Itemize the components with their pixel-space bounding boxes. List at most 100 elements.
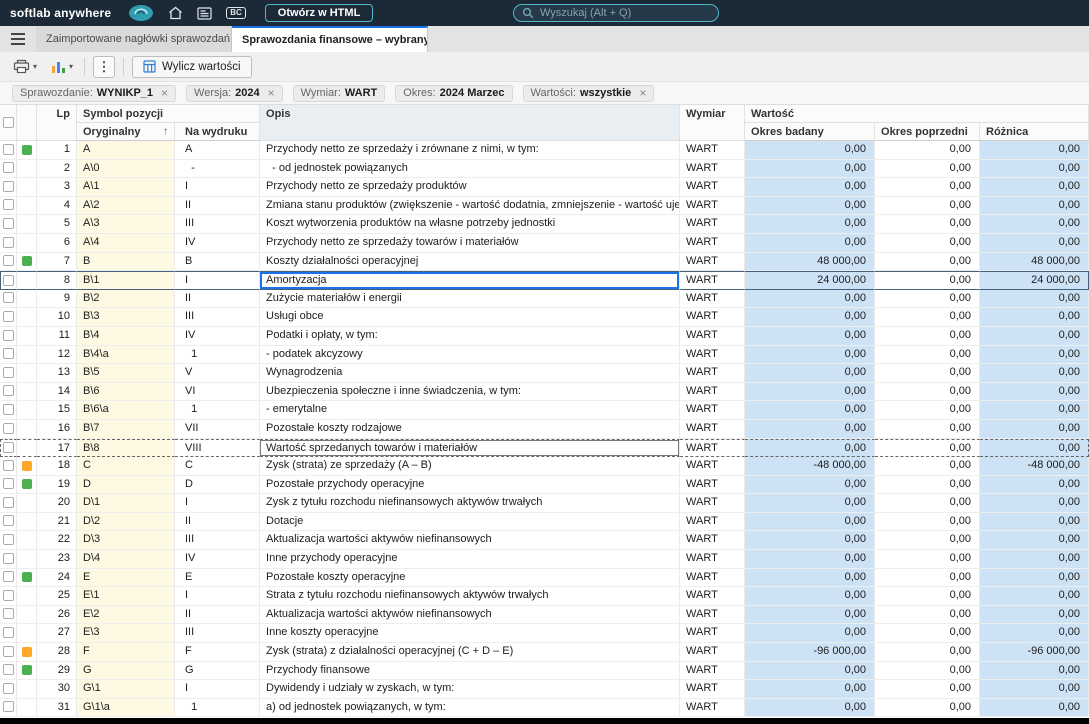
- chart-button[interactable]: ▾: [48, 58, 76, 76]
- row-symbol-cell[interactable]: E\1: [77, 587, 175, 606]
- row-symbol-cell[interactable]: A\2: [77, 196, 175, 216]
- row-dimension-cell[interactable]: WART: [680, 289, 746, 309]
- row-dimension-cell[interactable]: WART: [680, 457, 746, 476]
- row-symbol-cell[interactable]: D\4: [77, 550, 175, 569]
- row-printed-cell[interactable]: 1: [175, 345, 261, 365]
- row-description-cell[interactable]: Inne przychody operacyjne: [260, 550, 681, 569]
- row-checkbox[interactable]: [0, 141, 17, 160]
- calculate-values-button[interactable]: Wylicz wartości: [132, 55, 252, 78]
- row-printed-cell[interactable]: VIII: [175, 438, 261, 458]
- row-current-period-cell[interactable]: 0,00: [745, 178, 876, 197]
- row-previous-period-cell[interactable]: 0,00: [875, 141, 981, 160]
- row-previous-period-cell[interactable]: 0,00: [875, 698, 981, 718]
- row-dimension-cell[interactable]: WART: [680, 419, 746, 439]
- row-previous-period-cell[interactable]: 0,00: [875, 345, 981, 365]
- row-previous-period-cell[interactable]: 0,00: [875, 401, 981, 420]
- row-previous-period-cell[interactable]: 0,00: [875, 326, 981, 346]
- filter-chip[interactable]: Wartości: wszystkie ×: [522, 84, 655, 102]
- row-previous-period-cell[interactable]: 0,00: [875, 587, 981, 606]
- row-checkbox[interactable]: [0, 587, 17, 606]
- row-dimension-cell[interactable]: WART: [680, 252, 746, 272]
- row-difference-cell[interactable]: 0,00: [980, 568, 1089, 588]
- row-previous-period-cell[interactable]: 0,00: [875, 159, 981, 179]
- row-symbol-cell[interactable]: G\1: [77, 680, 175, 699]
- row-symbol-cell[interactable]: F: [77, 643, 175, 662]
- row-dimension-cell[interactable]: WART: [680, 568, 746, 588]
- row-current-period-cell[interactable]: 0,00: [745, 289, 876, 309]
- row-symbol-cell[interactable]: D\2: [77, 512, 175, 532]
- column-header-oryginalny[interactable]: Oryginalny ↑: [77, 123, 175, 141]
- row-printed-cell[interactable]: B: [175, 252, 261, 272]
- row-previous-period-cell[interactable]: 0,00: [875, 382, 981, 402]
- row-previous-period-cell[interactable]: 0,00: [875, 438, 981, 458]
- row-dimension-cell[interactable]: WART: [680, 326, 746, 346]
- row-symbol-cell[interactable]: A\4: [77, 233, 175, 253]
- row-description-cell[interactable]: Pozostałe koszty rodzajowe: [260, 419, 681, 439]
- row-printed-cell[interactable]: I: [175, 680, 261, 699]
- row-printed-cell[interactable]: II: [175, 196, 261, 216]
- row-current-period-cell[interactable]: 0,00: [745, 624, 876, 644]
- row-dimension-cell[interactable]: WART: [680, 345, 746, 365]
- row-symbol-cell[interactable]: G\1\a: [77, 698, 175, 718]
- row-previous-period-cell[interactable]: 0,00: [875, 494, 981, 513]
- row-current-period-cell[interactable]: 0,00: [745, 550, 876, 569]
- row-previous-period-cell[interactable]: 0,00: [875, 289, 981, 309]
- row-printed-cell[interactable]: III: [175, 308, 261, 327]
- row-checkbox[interactable]: [0, 698, 17, 718]
- row-difference-cell[interactable]: 0,00: [980, 438, 1089, 458]
- row-difference-cell[interactable]: 0,00: [980, 475, 1089, 495]
- column-header-symbol-group[interactable]: Symbol pozycji: [77, 105, 261, 123]
- row-current-period-cell[interactable]: 0,00: [745, 196, 876, 216]
- column-header-lp[interactable]: Lp: [37, 105, 77, 141]
- row-previous-period-cell[interactable]: 0,00: [875, 364, 981, 383]
- row-current-period-cell[interactable]: 0,00: [745, 308, 876, 327]
- row-checkbox[interactable]: [0, 475, 17, 495]
- column-header-roznica[interactable]: Różnica: [980, 123, 1089, 141]
- row-difference-cell[interactable]: 48 000,00: [980, 252, 1089, 272]
- row-difference-cell[interactable]: 0,00: [980, 494, 1089, 513]
- row-description-cell[interactable]: Aktualizacja wartości aktywów niefinanso…: [260, 605, 681, 625]
- row-current-period-cell[interactable]: 0,00: [745, 326, 876, 346]
- row-symbol-cell[interactable]: E: [77, 568, 175, 588]
- row-dimension-cell[interactable]: WART: [680, 401, 746, 420]
- global-search[interactable]: [513, 4, 719, 22]
- row-printed-cell[interactable]: G: [175, 661, 261, 681]
- column-header-okres-poprzedni[interactable]: Okres poprzedni: [875, 123, 981, 141]
- row-symbol-cell[interactable]: D\1: [77, 494, 175, 513]
- row-dimension-cell[interactable]: WART: [680, 196, 746, 216]
- open-in-html-button[interactable]: Otwórz w HTML: [264, 4, 374, 22]
- row-description-cell[interactable]: - od jednostek powiązanych: [260, 159, 681, 179]
- row-description-cell[interactable]: Zmiana stanu produktów (zwiększenie - wa…: [260, 196, 681, 216]
- row-difference-cell[interactable]: 0,00: [980, 289, 1089, 309]
- row-previous-period-cell[interactable]: 0,00: [875, 178, 981, 197]
- row-symbol-cell[interactable]: B\4\a: [77, 345, 175, 365]
- row-checkbox[interactable]: [0, 196, 17, 216]
- row-checkbox[interactable]: [0, 643, 17, 662]
- row-printed-cell[interactable]: 1: [175, 401, 261, 420]
- row-current-period-cell[interactable]: -96 000,00: [745, 643, 876, 662]
- row-difference-cell[interactable]: 0,00: [980, 345, 1089, 365]
- row-description-cell[interactable]: Zysk (strata) z działalności operacyjnej…: [260, 643, 681, 662]
- row-current-period-cell[interactable]: 0,00: [745, 698, 876, 718]
- row-symbol-cell[interactable]: B\4: [77, 326, 175, 346]
- row-checkbox[interactable]: [0, 159, 17, 179]
- row-current-period-cell[interactable]: 0,00: [745, 141, 876, 160]
- row-symbol-cell[interactable]: B\6\a: [77, 401, 175, 420]
- filter-remove-icon[interactable]: ×: [161, 87, 168, 99]
- row-dimension-cell[interactable]: WART: [680, 438, 746, 458]
- row-difference-cell[interactable]: 0,00: [980, 531, 1089, 551]
- row-difference-cell[interactable]: -48 000,00: [980, 457, 1089, 476]
- reports-window-icon[interactable]: [197, 6, 212, 20]
- row-current-period-cell[interactable]: 0,00: [745, 345, 876, 365]
- search-input[interactable]: [540, 7, 710, 19]
- row-checkbox[interactable]: [0, 419, 17, 439]
- row-difference-cell[interactable]: 0,00: [980, 196, 1089, 216]
- print-button[interactable]: ▾: [10, 57, 40, 76]
- row-checkbox[interactable]: [0, 233, 17, 253]
- row-difference-cell[interactable]: 0,00: [980, 308, 1089, 327]
- row-checkbox[interactable]: [0, 680, 17, 699]
- row-printed-cell[interactable]: I: [175, 178, 261, 197]
- row-printed-cell[interactable]: IV: [175, 326, 261, 346]
- row-description-cell[interactable]: Dotacje: [260, 512, 681, 532]
- row-printed-cell[interactable]: -: [175, 159, 261, 179]
